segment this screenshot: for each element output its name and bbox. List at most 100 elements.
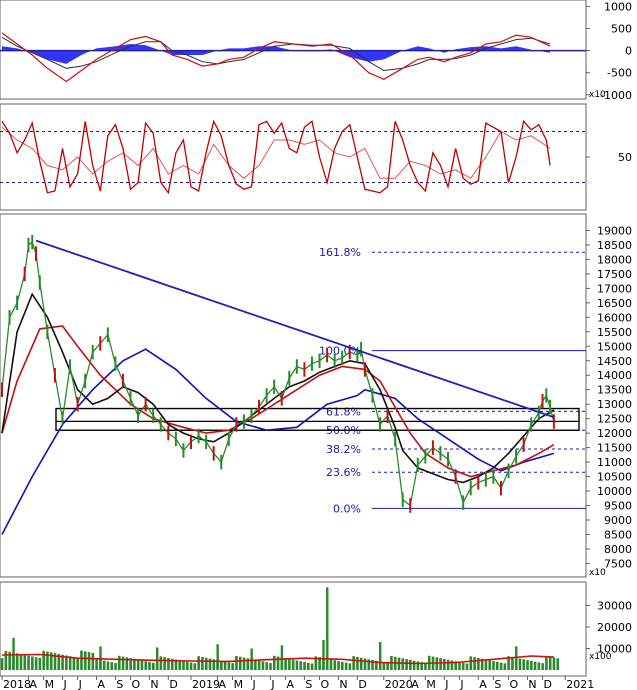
macd-y-tick-label: -500	[607, 67, 632, 80]
volume-bar	[238, 656, 242, 670]
price-y-tick-label: 17500	[597, 268, 632, 281]
volume-bar	[163, 657, 166, 670]
volume-bar	[72, 657, 76, 670]
volume-bar	[167, 657, 170, 670]
volume-bar	[95, 659, 98, 670]
volume-bar	[261, 661, 265, 670]
x-tick-label: A	[98, 678, 106, 690]
volume-bar	[272, 655, 276, 670]
x-tick-label: A	[479, 678, 487, 690]
x-tick-label: A	[29, 678, 37, 690]
x-tick-label: D	[169, 678, 177, 690]
volume-bar	[254, 659, 257, 670]
volume-bar	[110, 662, 114, 670]
volume-bar	[518, 658, 522, 670]
price-y-tick-label: 14500	[597, 355, 632, 368]
volume-bar	[461, 662, 465, 670]
volume-bar	[484, 659, 488, 670]
volume-bar	[495, 661, 499, 670]
volume-bar	[136, 659, 140, 670]
volume-bar	[288, 658, 291, 670]
fib-level-label: 61.8%	[326, 405, 361, 418]
volume-bar	[223, 661, 227, 670]
volume-bar	[201, 656, 204, 670]
volume-bar	[533, 661, 537, 670]
volume-bar	[306, 662, 310, 670]
x-tick-label: N	[150, 678, 158, 690]
volume-bar	[186, 661, 189, 670]
volume-bar	[140, 660, 144, 670]
volume-bar	[257, 660, 261, 670]
price-y-tick-label: 10000	[597, 485, 632, 498]
volume-bar	[269, 662, 272, 670]
price-y-tick-label: 8500	[604, 528, 632, 541]
volume-bar	[492, 661, 495, 670]
volume-bar	[83, 651, 87, 670]
x-tick-label: M	[45, 678, 55, 690]
volume-bar	[548, 656, 552, 670]
x-tick-label: D	[544, 678, 552, 690]
x-tick-label: J	[444, 678, 448, 690]
volume-spike-bar	[280, 645, 284, 670]
price-y-tick-label: 13000	[597, 398, 632, 411]
price-y-tick-label: 14000	[597, 369, 632, 382]
volume-bar	[27, 655, 30, 670]
x-tick-label: A	[287, 678, 295, 690]
fib-level-label: 161.8%	[319, 246, 361, 259]
volume-bar	[242, 657, 246, 670]
volume-bar	[511, 656, 514, 670]
volume-bar	[34, 657, 38, 670]
price-y-tick-label: 9500	[604, 500, 632, 513]
price-y-tick-label: 17000	[597, 282, 632, 295]
x-tick-label: J	[78, 678, 82, 690]
x-tick-label: O	[321, 678, 330, 690]
volume-bar	[208, 658, 212, 670]
volume-bar	[556, 658, 560, 670]
volume-bar	[265, 662, 268, 670]
volume-bar	[231, 663, 234, 670]
price-y-tick-label: 18000	[597, 253, 632, 266]
volume-bar	[363, 658, 367, 670]
price-y-tick-label: 15000	[597, 340, 632, 353]
x-tick-label: S	[494, 678, 501, 690]
volume-bar	[439, 658, 442, 670]
macd-y-tick-label: 0	[625, 45, 632, 58]
volume-bar	[405, 659, 408, 670]
volume-bar	[114, 662, 117, 670]
volume-bar	[0, 658, 4, 670]
price-y-tick-label: 11500	[597, 442, 632, 455]
x-tick-label: J	[270, 678, 274, 690]
x-tick-label: S	[116, 678, 123, 690]
x-tick-label: 2020	[385, 678, 413, 690]
x-tick-label: A	[218, 678, 226, 690]
x-tick-label: M	[426, 678, 436, 690]
volume-bar	[220, 660, 223, 670]
volume-bar	[382, 662, 386, 670]
stochastic-y-tick-label: 50	[618, 151, 632, 164]
price-y-tick-label: 16500	[597, 297, 632, 310]
price-y-tick-label: 16000	[597, 311, 632, 324]
price-y-tick-label: 13500	[597, 384, 632, 397]
x-tick-label: O	[510, 678, 519, 690]
price-multiplier: x10	[589, 568, 606, 578]
volume-bar	[178, 660, 182, 670]
x-tick-label: M	[234, 678, 244, 690]
volume-spike-bar	[326, 587, 329, 670]
volume-spike-bar	[12, 637, 15, 670]
x-tick-label: J	[459, 678, 463, 690]
x-tick-label: J	[251, 678, 255, 690]
volume-bar	[310, 663, 314, 670]
x-tick-label: N	[339, 678, 347, 690]
x-tick-label: S	[305, 678, 312, 690]
volume-bar	[412, 660, 416, 670]
volume-spike-bar	[155, 647, 159, 670]
volume-bar	[446, 659, 450, 670]
x-tick-label: 2019	[192, 678, 220, 690]
volume-bar	[46, 651, 49, 670]
volume-bar	[526, 660, 529, 670]
volume-bar	[333, 660, 337, 670]
volume-bar	[443, 658, 446, 670]
price-y-tick-label: 11000	[597, 456, 632, 469]
volume-bar	[359, 657, 363, 670]
price-y-tick-label: 12500	[597, 413, 632, 426]
